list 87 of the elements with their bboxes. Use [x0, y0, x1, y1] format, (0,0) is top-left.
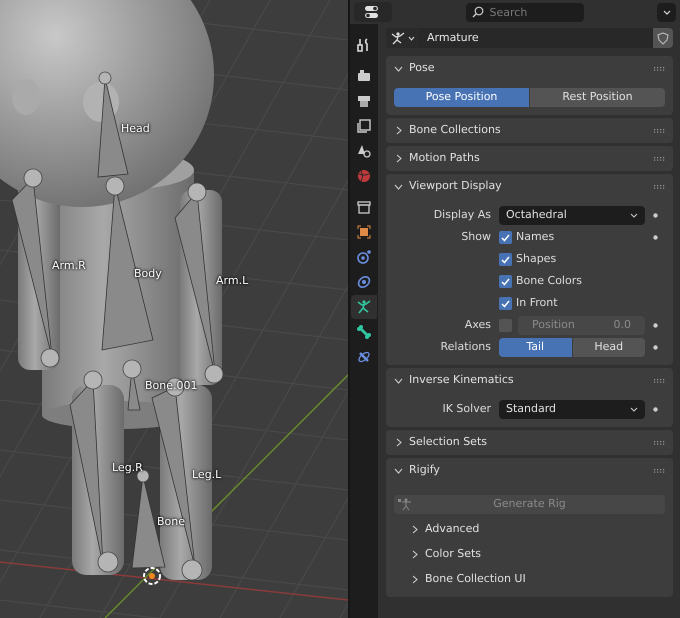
checkbox-label: Shapes	[516, 251, 556, 268]
subpanel-header[interactable]: Bone Collection UI	[394, 570, 526, 589]
chevron-down-icon	[408, 36, 415, 40]
checkmark-icon	[501, 256, 510, 264]
field-label: Axes	[464, 318, 491, 332]
bone-label: Arm.R	[52, 259, 86, 272]
orbit-icon	[356, 249, 372, 265]
field-label: Position	[532, 317, 575, 334]
bone-label: Leg.R	[112, 461, 143, 474]
checkmark-icon	[501, 234, 510, 242]
square-icon	[356, 224, 372, 240]
shield-icon	[657, 32, 669, 44]
toggle-option[interactable]: Pose Position	[394, 88, 529, 107]
chevron-down-icon	[630, 213, 638, 218]
chevron-right-icon	[412, 550, 418, 559]
subpanel-header[interactable]: Advanced	[394, 520, 480, 539]
checkmark-icon	[501, 300, 510, 308]
subpanel-header[interactable]: Color Sets	[394, 545, 482, 564]
chevron-right-icon	[396, 438, 402, 447]
chevron-down-icon	[662, 10, 670, 14]
field-label: Relations	[440, 340, 491, 354]
chevron-down-icon	[394, 66, 403, 72]
armature-icon	[390, 31, 406, 45]
checkbox-label: In Front	[516, 295, 558, 312]
armature-icon	[356, 299, 372, 315]
camera-icon	[356, 68, 372, 84]
chevron-down-icon	[394, 378, 403, 384]
checkbox[interactable]	[499, 297, 512, 310]
dropdown-field[interactable]: Standard	[499, 400, 645, 419]
field-value: 0.0	[614, 317, 631, 334]
panel-header[interactable]: Pose	[386, 56, 673, 81]
checkbox[interactable]	[499, 253, 512, 266]
box-icon	[356, 199, 372, 215]
bone-label: Arm.L	[216, 274, 248, 287]
drag-handle-icon[interactable]	[653, 440, 665, 444]
bone-icon	[356, 324, 372, 340]
panel-header[interactable]: Inverse Kinematics	[386, 368, 673, 393]
drag-handle-icon[interactable]	[653, 468, 665, 472]
drag-handle-icon[interactable]	[653, 156, 665, 160]
panel-header[interactable]: Selection Sets	[386, 430, 673, 455]
field-label: IK Solver	[442, 402, 491, 416]
ring-icon	[356, 274, 372, 290]
field-label: Show	[461, 230, 491, 244]
keyframe-dot-icon[interactable]	[652, 213, 658, 218]
panel-header[interactable]: Motion Paths	[386, 146, 673, 171]
toggle-option[interactable]: Rest Position	[530, 88, 665, 107]
checkbox-label: Names	[516, 229, 554, 246]
fake-user-button[interactable]	[653, 28, 673, 48]
checkmark-icon	[501, 278, 510, 286]
armature-icon	[398, 498, 412, 511]
chevron-down-icon	[630, 407, 638, 412]
keyframe-dot-icon[interactable]	[652, 323, 658, 328]
chevron-right-icon	[396, 154, 402, 163]
dropdown-button[interactable]	[657, 2, 676, 22]
chevron-right-icon	[412, 575, 418, 584]
checkbox[interactable]	[499, 231, 512, 244]
bone-link-icon	[356, 349, 372, 365]
keyframe-dot-icon[interactable]	[652, 345, 658, 350]
chevron-right-icon	[412, 525, 418, 534]
printer-icon	[356, 93, 372, 109]
keyframe-dot-icon[interactable]	[652, 235, 658, 240]
drag-handle-icon[interactable]	[653, 128, 665, 132]
bone-label: Leg.L	[192, 468, 222, 481]
drag-handle-icon[interactable]	[653, 378, 665, 382]
field-label: Display As	[434, 208, 491, 222]
drag-handle-icon[interactable]	[653, 66, 665, 70]
dropdown-field[interactable]: Octahedral	[499, 206, 645, 225]
panel-header[interactable]: Rigify	[386, 458, 673, 483]
toggle-option[interactable]: Head	[572, 338, 645, 357]
checkbox-label: Bone Colors	[516, 273, 582, 290]
chevron-down-icon	[394, 468, 403, 474]
panel-header[interactable]: Bone Collections	[386, 118, 673, 143]
keyframe-dot-icon[interactable]	[652, 407, 658, 412]
editor-type-button[interactable]	[354, 2, 392, 22]
properties-tab[interactable]	[351, 295, 377, 319]
drag-handle-icon[interactable]	[653, 184, 665, 188]
checkbox[interactable]	[499, 275, 512, 288]
panel-header[interactable]: Viewport Display	[386, 174, 673, 199]
chevron-down-icon	[394, 184, 403, 190]
search-field[interactable]: Search	[466, 2, 584, 22]
bone-label: Head	[121, 122, 150, 135]
cone-sphere-icon	[356, 143, 372, 159]
toggle-option[interactable]: Tail	[499, 338, 572, 357]
chevron-right-icon	[396, 126, 402, 135]
images-icon	[356, 118, 372, 134]
globe-icon	[356, 168, 372, 184]
search-icon	[472, 6, 484, 18]
